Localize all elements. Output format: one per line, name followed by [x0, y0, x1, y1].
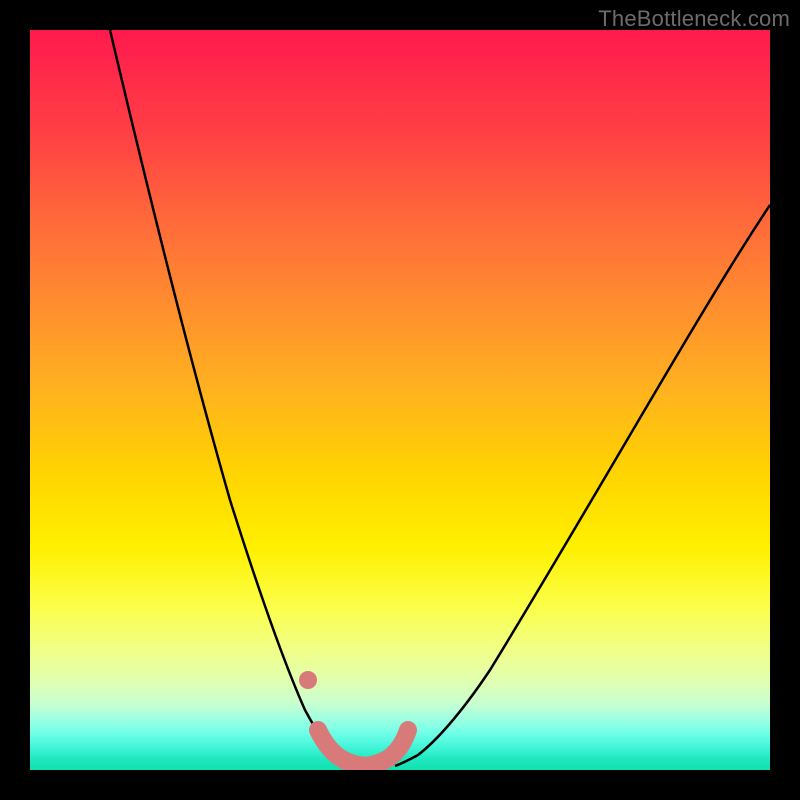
watermark-text: TheBottleneck.com	[598, 6, 790, 32]
bottom-u-overlay	[318, 730, 408, 766]
isolated-marker-icon	[299, 671, 317, 689]
chart-frame: TheBottleneck.com	[0, 0, 800, 800]
chart-svg	[30, 30, 770, 770]
plot-area	[30, 30, 770, 770]
curve-right-branch	[395, 205, 770, 766]
curve-left-branch	[110, 30, 345, 766]
